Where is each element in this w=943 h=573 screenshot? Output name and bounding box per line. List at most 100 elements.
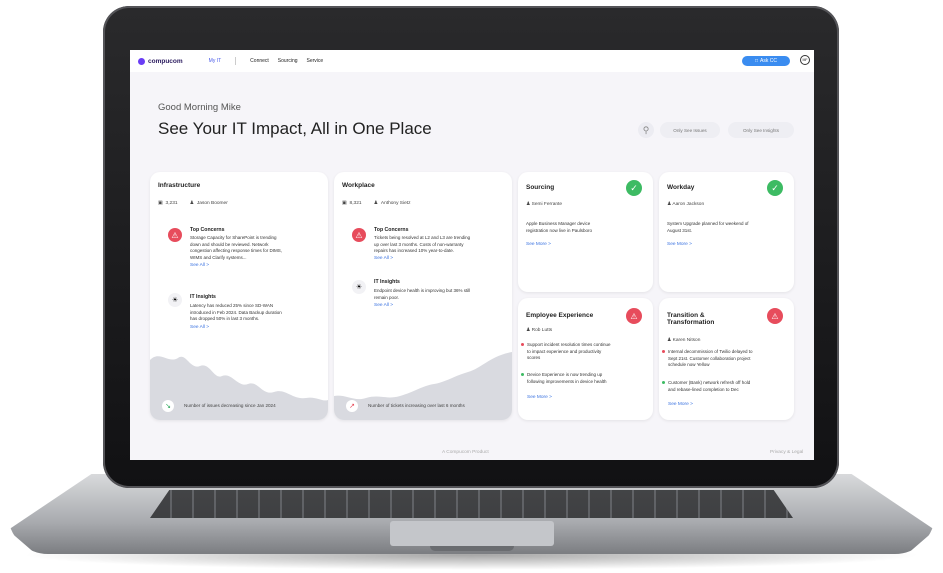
card-meta: ▣ 8,321 ♟ Anthony Sietz [342, 201, 413, 206]
owner: ♟ Rob Lutts [526, 328, 552, 333]
brand-name: compucom [148, 57, 183, 65]
user-icon: ♟ [526, 328, 531, 333]
nav-my-it[interactable]: My IT [209, 58, 222, 64]
text-line: registration now live in Paulsboro [526, 227, 593, 233]
user-icon: ♟ [189, 201, 194, 206]
lightbulb-icon: ☀ [352, 280, 366, 294]
see-more-link[interactable]: See More > [526, 242, 551, 247]
user-icon: ♟ [526, 202, 531, 207]
see-all-link[interactable]: See All > [374, 256, 393, 261]
workday-card[interactable]: Workday ✓ ♟ Aaron Jackson System Upgrade… [659, 172, 794, 292]
owner-name: Aaron Jackson [672, 202, 705, 207]
brand-logo[interactable]: compucom [138, 57, 183, 65]
card-title: Infrastructure [158, 182, 201, 189]
concerns-body: Storage Capacity for SharePoint is trend… [190, 235, 325, 261]
page-title: See Your IT Impact, All in One Place [158, 119, 432, 138]
nav-sourcing[interactable]: Sourcing [278, 58, 298, 64]
privacy-legal-link[interactable]: Privacy & Legal [770, 450, 803, 455]
alert-icon: ⚠ [352, 228, 366, 242]
owner: ♟ Aaron Jackson [667, 202, 704, 207]
avatar[interactable]: MF [800, 55, 810, 65]
device-count: 3,231 [165, 201, 178, 206]
text-line: Support incident resolution times contin… [527, 342, 611, 347]
brand-mark-icon [138, 57, 145, 65]
check-icon: ✓ [767, 180, 783, 196]
trend-text: Number of tickets increasing over last 6… [368, 403, 465, 408]
insights-body: Endpoint device health is improving but … [374, 288, 509, 301]
text-line: Device Experience is now trending up [527, 372, 603, 377]
list-item: Device Experience is now trending up fol… [521, 372, 651, 385]
concerns-body: Tickets being resolved at L2 and L3 are … [374, 235, 509, 255]
nav-divider [235, 57, 237, 65]
nav-connect[interactable]: Connect [250, 58, 269, 64]
infrastructure-card[interactable]: Infrastructure ▣ 3,231 ♟ Jason Boomer ⚠ … [150, 172, 328, 420]
trend-area [150, 356, 328, 420]
card-body: Apple Business Manager device registrati… [526, 221, 651, 234]
see-all-link[interactable]: See All > [374, 303, 393, 308]
laptop-keyboard [150, 490, 793, 518]
user-icon: ♟ [373, 201, 378, 206]
owner-name: Semi Ferrante [531, 202, 563, 207]
see-all-link[interactable]: See All > [190, 263, 209, 268]
list-item: Internal decommission of Twilio delayed … [662, 349, 792, 369]
text-line: scores [527, 355, 541, 360]
nav-service[interactable]: Service [307, 58, 324, 64]
text-line: repairs has increased 10% year-to-date. [374, 248, 455, 253]
text-line: remain poor. [374, 294, 400, 300]
title-line: Transformation [667, 319, 715, 326]
card-meta: ▣ 3,231 ♟ Jason Boomer [158, 201, 231, 206]
filter-insights-button[interactable]: Only See Insights [728, 122, 794, 138]
laptop-trackpad [390, 521, 554, 546]
card-title: Transition & Transformation [667, 312, 714, 326]
owner-name: Karen Nitson [672, 338, 701, 343]
alert-icon: ⚠ [767, 308, 783, 324]
card-title: Workplace [342, 182, 375, 189]
trend-area-chart [150, 356, 328, 420]
concerns-title: Top Concerns [190, 227, 225, 233]
card-title: Employee Experience [526, 312, 594, 319]
text-line: and rebase-lined completion to Dec [668, 386, 739, 392]
app-screen: compucom My IT Connect Sourcing Service … [130, 50, 814, 460]
employee-experience-card[interactable]: Employee Experience ⚠ ♟ Rob Lutts Suppor… [518, 298, 653, 420]
see-more-link[interactable]: See More > [527, 395, 552, 400]
status-dot-green [662, 381, 665, 385]
monitor-icon: ▣ [158, 201, 163, 206]
trend-area-chart [334, 352, 512, 420]
alert-icon: ⚠ [168, 228, 182, 242]
list-item: Support incident resolution times contin… [521, 342, 651, 362]
text-line: WIMS and Clarify systems... [190, 254, 247, 260]
text-line: has dropped 50% in last 3 months. [190, 316, 260, 321]
check-icon: ✓ [626, 180, 642, 196]
see-more-link[interactable]: See More > [667, 242, 692, 247]
ask-cc-button[interactable]: □ Ask CC [742, 56, 790, 66]
transition-card[interactable]: Transition & Transformation ⚠ ♟ Karen Ni… [659, 298, 794, 420]
ask-cc-label: Ask CC [760, 58, 777, 64]
owner-name: Rob Lutts [531, 328, 553, 333]
workplace-card[interactable]: Workplace ▣ 8,321 ♟ Anthony Sietz ⚠ Top … [334, 172, 512, 420]
sourcing-card[interactable]: Sourcing ✓ ♟ Semi Ferrante Apple Busines… [518, 172, 653, 292]
status-dot-red [521, 343, 524, 347]
chat-icon: □ [755, 58, 759, 64]
title-line: Transition & [667, 312, 705, 319]
lightbulb-icon: ☀ [168, 293, 182, 307]
footer-product: A Compucom Product [442, 450, 489, 455]
insights-body: Latency has reduced 25% since SD-WAN int… [190, 303, 325, 323]
laptop-notch [430, 546, 514, 551]
card-body: System Upgrade planned for weekend of Au… [667, 221, 792, 234]
insights-title: IT Insights [190, 294, 216, 300]
see-more-link[interactable]: See More > [668, 402, 693, 407]
alert-icon: ⚠ [626, 308, 642, 324]
owner-name: Jason Boomer [196, 201, 228, 206]
filter-issues-button[interactable]: Only See Issues [660, 122, 720, 138]
card-title: Sourcing [526, 184, 555, 191]
text-line: Internal decommission of Twilio delayed … [668, 349, 753, 354]
status-dot-red [662, 350, 665, 354]
top-nav: compucom My IT Connect Sourcing Service … [130, 50, 814, 72]
search-icon[interactable]: ⚲ [638, 122, 654, 138]
trend-up-icon: ↗ [346, 400, 358, 412]
user-icon: ♟ [667, 338, 672, 343]
see-all-link[interactable]: See All > [190, 325, 209, 330]
card-title: Workday [667, 184, 695, 191]
insights-title: IT Insights [374, 279, 400, 285]
trend-down-icon: ↘ [162, 400, 174, 412]
